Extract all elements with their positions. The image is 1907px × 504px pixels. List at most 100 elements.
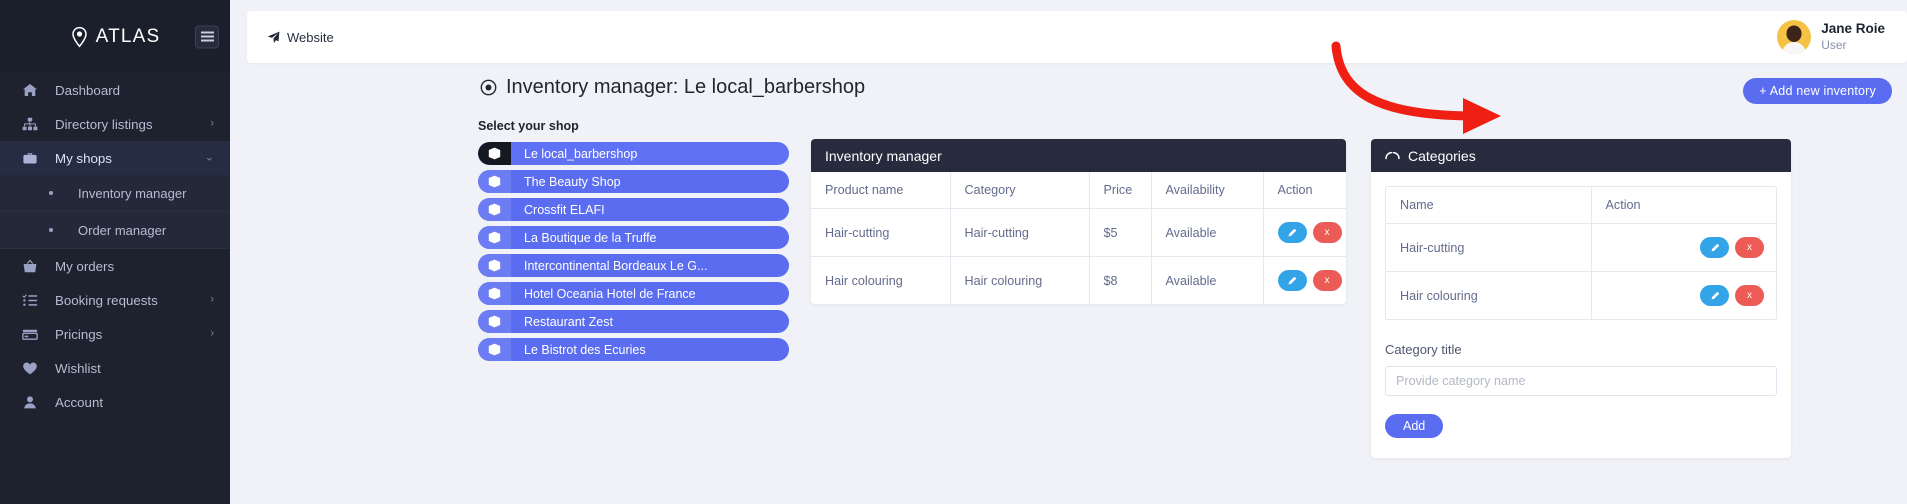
shop-item[interactable]: Hotel Oceania Hotel de France bbox=[478, 282, 789, 305]
shop-item[interactable]: Intercontinental Bordeaux Le G... bbox=[478, 254, 789, 277]
shop-name: La Boutique de la Truffe bbox=[524, 230, 657, 245]
shop-item[interactable]: Le Bistrot des Ecuries bbox=[478, 338, 789, 361]
hamburger-icon[interactable] bbox=[195, 25, 219, 48]
cell-action: x bbox=[1591, 272, 1776, 320]
edit-button[interactable] bbox=[1700, 285, 1729, 306]
table-header-row: Name Action bbox=[1386, 187, 1776, 224]
cell-action: x bbox=[1591, 223, 1777, 272]
map-pin-icon bbox=[70, 26, 89, 48]
add-category-button[interactable]: Add bbox=[1385, 414, 1444, 438]
shop-item[interactable]: Le local_barbershop bbox=[478, 142, 789, 165]
column-name: Name bbox=[1386, 187, 1592, 224]
categories-body: Name Action Hair-cutting x Hair colourin… bbox=[1371, 186, 1791, 458]
cell-category-name: Hair-cutting bbox=[1386, 223, 1592, 272]
sidebar-subitem-order-manager[interactable]: Order manager bbox=[0, 212, 230, 249]
website-label: Website bbox=[287, 29, 334, 45]
shop-item[interactable]: Crossfit ELAFI bbox=[478, 198, 789, 221]
paper-plane-icon bbox=[267, 31, 280, 44]
sidebar-sublabel: Inventory manager bbox=[78, 185, 187, 201]
sidebar-item-pricings[interactable]: Pricings › bbox=[0, 317, 230, 351]
delete-button[interactable]: x bbox=[1312, 270, 1342, 291]
brand-logo[interactable]: ATLAS bbox=[70, 26, 161, 48]
column-price: Price bbox=[1089, 172, 1152, 209]
cell-price: $8 bbox=[1089, 256, 1152, 304]
main-content: Website Jane Roie User Inventory manager… bbox=[230, 0, 1907, 504]
sidebar-nav: Dashboard Directory listings › My shops … bbox=[0, 73, 230, 419]
sidebar-label: Booking requests bbox=[55, 292, 158, 308]
bullet-icon bbox=[49, 228, 53, 232]
cell-availability: Available bbox=[1151, 256, 1264, 304]
shop-item[interactable]: The Beauty Shop bbox=[478, 170, 789, 193]
cell-action: x bbox=[1263, 208, 1347, 257]
row-actions: x bbox=[1277, 222, 1347, 243]
chevron-right-icon: › bbox=[210, 327, 214, 340]
heart-icon bbox=[20, 361, 39, 376]
categories-title-text: Categories bbox=[1408, 147, 1476, 164]
sidebar-subitem-inventory-manager[interactable]: Inventory manager bbox=[0, 175, 230, 212]
sidebar-label: My shops bbox=[55, 150, 112, 166]
row-actions: x bbox=[1606, 285, 1777, 306]
edit-button[interactable] bbox=[1700, 237, 1729, 258]
sidebar-label: Directory listings bbox=[55, 116, 153, 132]
add-category-form: Category title Add bbox=[1385, 320, 1777, 458]
column-action: Action bbox=[1263, 172, 1346, 209]
sidebar-item-booking-requests[interactable]: Booking requests › bbox=[0, 283, 230, 317]
inventory-table: Product name Category Price Availability… bbox=[811, 172, 1346, 304]
sidebar-item-directory-listings[interactable]: Directory listings › bbox=[0, 107, 230, 141]
card-icon bbox=[20, 327, 39, 342]
shop-item[interactable]: La Boutique de la Truffe bbox=[478, 226, 789, 249]
shop-name: The Beauty Shop bbox=[524, 174, 621, 189]
cell-action: x bbox=[1263, 257, 1346, 305]
cell-product-name: Hair-cutting bbox=[811, 208, 951, 257]
sidebar-item-my-orders[interactable]: My orders bbox=[0, 249, 230, 283]
box-icon bbox=[478, 254, 511, 277]
delete-button[interactable]: x bbox=[1735, 237, 1764, 258]
row-actions: x bbox=[1606, 237, 1777, 258]
user-icon bbox=[20, 395, 39, 410]
column-availability: Availability bbox=[1151, 172, 1264, 209]
page-title: Inventory manager: Le local_barbershop bbox=[480, 76, 865, 99]
basket-icon bbox=[20, 258, 39, 274]
sidebar-item-my-shops[interactable]: My shops ⌄ bbox=[0, 141, 230, 175]
box-icon bbox=[478, 198, 511, 221]
sidebar-sublabel: Order manager bbox=[78, 222, 167, 238]
sidebar: ATLAS Dashboard Directory listings › My … bbox=[0, 0, 230, 504]
shop-name: Restaurant Zest bbox=[524, 314, 613, 329]
column-product-name: Product name bbox=[811, 172, 951, 209]
delete-button[interactable]: x bbox=[1312, 222, 1342, 243]
edit-button[interactable] bbox=[1277, 270, 1307, 291]
column-category: Category bbox=[950, 172, 1090, 209]
box-icon bbox=[478, 170, 511, 193]
add-new-inventory-button[interactable]: + Add new inventory bbox=[1743, 78, 1892, 104]
sidebar-item-wishlist[interactable]: Wishlist bbox=[0, 351, 230, 385]
app-root: ATLAS Dashboard Directory listings › My … bbox=[0, 0, 1907, 504]
checklist-icon bbox=[20, 293, 39, 308]
shop-name: Le local_barbershop bbox=[524, 146, 638, 161]
user-name: Jane Roie bbox=[1821, 21, 1885, 37]
box-icon bbox=[478, 226, 511, 249]
category-title-input[interactable] bbox=[1385, 366, 1777, 396]
user-meta: Jane Roie User bbox=[1821, 21, 1885, 53]
chevron-right-icon: › bbox=[210, 293, 214, 306]
categories-table-wrap: Name Action Hair-cutting x Hair colourin… bbox=[1385, 186, 1777, 320]
inventory-card-title: Inventory manager bbox=[811, 139, 1346, 172]
box-icon bbox=[478, 310, 511, 333]
delete-button[interactable]: x bbox=[1735, 285, 1764, 306]
sidebar-item-account[interactable]: Account bbox=[0, 385, 230, 419]
bullet-icon bbox=[49, 191, 53, 195]
website-link[interactable]: Website bbox=[267, 30, 334, 45]
cell-availability: Available bbox=[1151, 208, 1264, 257]
briefcase-icon bbox=[20, 151, 39, 166]
box-icon bbox=[478, 338, 511, 361]
shop-name: Intercontinental Bordeaux Le G... bbox=[524, 258, 708, 273]
shop-name: Crossfit ELAFI bbox=[524, 202, 605, 217]
shop-item[interactable]: Restaurant Zest bbox=[478, 310, 789, 333]
chevron-down-icon: ⌄ bbox=[204, 151, 214, 164]
table-row: Hair-cutting Hair-cutting $5 Available x bbox=[811, 208, 1347, 257]
page-title-text: Inventory manager: Le local_barbershop bbox=[506, 76, 866, 98]
sidebar-label: Account bbox=[55, 394, 104, 410]
edit-button[interactable] bbox=[1277, 222, 1307, 243]
sidebar-item-dashboard[interactable]: Dashboard bbox=[0, 73, 230, 107]
user-menu[interactable]: Jane Roie User bbox=[1777, 20, 1907, 54]
sidebar-label: Wishlist bbox=[55, 360, 101, 376]
